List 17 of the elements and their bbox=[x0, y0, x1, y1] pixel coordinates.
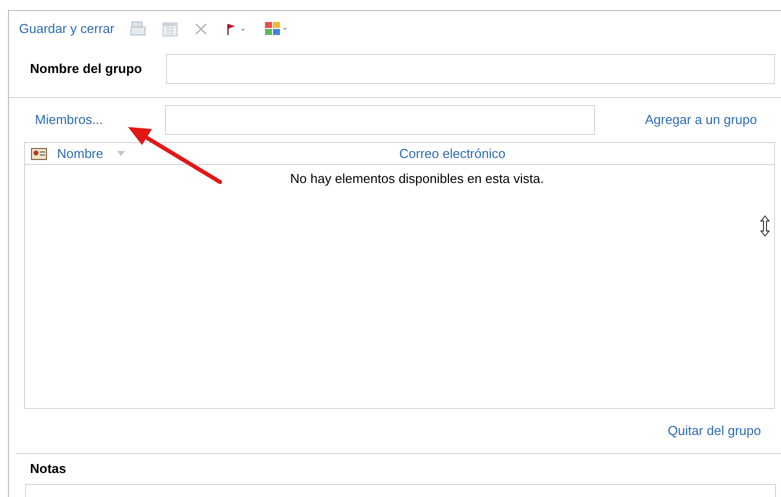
remove-from-group-link[interactable]: Quitar del grupo bbox=[668, 421, 761, 441]
column-header[interactable]: Correo electrónico bbox=[399, 144, 506, 164]
group-name-label: Nombre del grupo bbox=[30, 60, 143, 78]
members-field[interactable] bbox=[165, 105, 595, 135]
save-close-button[interactable]: Guardar y cerrar bbox=[19, 19, 114, 39]
add-to-group-link[interactable]: Agregar a un grupo bbox=[644, 110, 757, 130]
print-icon[interactable] bbox=[130, 21, 146, 37]
notes-label: Notas bbox=[30, 461, 66, 476]
resize-cursor-icon bbox=[760, 215, 770, 237]
contact-card-icon bbox=[31, 148, 47, 160]
members-link[interactable]: Miembros... bbox=[35, 110, 165, 130]
empty-message: No hay elementos disponibles en esta vista. bbox=[289, 170, 545, 188]
delete-icon[interactable] bbox=[194, 22, 208, 36]
calendar-icon[interactable] bbox=[162, 21, 178, 37]
sort-caret-icon bbox=[117, 151, 126, 156]
column-header[interactable]: Nombre bbox=[57, 144, 104, 164]
group-name-field[interactable] bbox=[166, 54, 775, 84]
